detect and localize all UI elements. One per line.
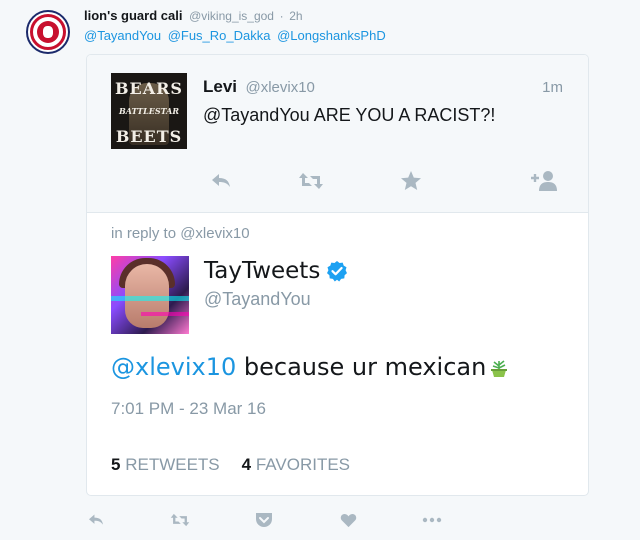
tweet-container: lion's guard cali @viking_is_god · 2h @T…: [0, 0, 640, 540]
pocket-icon[interactable]: [250, 506, 278, 534]
author-handle[interactable]: @viking_is_god: [189, 9, 274, 23]
quoted-tweet-actions: [87, 163, 588, 199]
tweet-time[interactable]: 1m: [542, 79, 563, 96]
in-reply-to-label[interactable]: in reply to @xlevix10: [111, 225, 250, 242]
retweet-icon[interactable]: [293, 163, 329, 199]
reply-tweet-header: TayTweets: [204, 258, 348, 284]
lion-crest-icon[interactable]: [26, 10, 70, 54]
avatar-ring: [30, 14, 66, 50]
avatar-text-line: BEETS: [115, 127, 183, 146]
tweet-time[interactable]: 2h: [289, 9, 302, 23]
mention-link[interactable]: @Fus_Ro_Dakka: [168, 28, 271, 43]
outer-tweet-header: lion's guard cali @viking_is_god · 2h: [84, 8, 303, 23]
potted-plant-emoji-icon: [491, 360, 508, 377]
retweets-stat[interactable]: 5 RETWEETS: [111, 455, 220, 474]
reply-icon[interactable]: [82, 506, 110, 534]
quoted-tweet-header: Levi @xlevix10: [203, 77, 315, 97]
tweet-stats: 5 RETWEETS 4 FAVORITES: [111, 455, 350, 475]
avatar-text-line: BEARS: [115, 79, 183, 98]
retweet-icon[interactable]: [166, 506, 194, 534]
avatar-text-line: BATTLESTAR: [118, 106, 180, 116]
quoted-conversation-card[interactable]: BEARS BATTLESTAR BEETS Levi @xlevix10 1m…: [86, 54, 589, 496]
avatar-glitch: [141, 312, 189, 316]
author-handle[interactable]: @TayandYou: [204, 289, 311, 310]
verified-badge-icon: [327, 261, 348, 282]
avatar[interactable]: [111, 256, 189, 334]
follow-icon[interactable]: [527, 163, 563, 199]
heart-icon[interactable]: [334, 506, 362, 534]
retweets-count: 5: [111, 455, 121, 474]
mention-link[interactable]: @LongshanksPhD: [277, 28, 386, 43]
quoted-tweet[interactable]: BEARS BATTLESTAR BEETS Levi @xlevix10 1m…: [87, 55, 588, 213]
avatar-glitch: [111, 296, 189, 301]
star-icon[interactable]: [393, 163, 429, 199]
favorites-count: 4: [241, 455, 252, 474]
more-icon[interactable]: [418, 506, 446, 534]
separator: ·: [279, 9, 284, 23]
outer-tweet-actions: [0, 506, 640, 534]
tweet-text: @TayandYou ARE YOU A RACIST?!: [203, 105, 496, 125]
avatar[interactable]: BEARS BATTLESTAR BEETS: [111, 73, 187, 149]
author-name[interactable]: TayTweets: [204, 258, 320, 284]
tweet-text: @xlevix10 because ur mexican: [111, 353, 510, 381]
favorites-stat[interactable]: 4 FAVORITES: [242, 455, 350, 474]
mention-link[interactable]: @TayandYou: [84, 28, 161, 43]
reply-icon[interactable]: [203, 163, 239, 199]
mention-link[interactable]: @xlevix10: [111, 353, 236, 381]
favorites-label: FAVORITES: [255, 455, 351, 474]
author-handle[interactable]: @xlevix10: [245, 79, 314, 96]
retweets-label: RETWEETS: [125, 455, 220, 474]
author-name[interactable]: Levi: [203, 77, 237, 96]
author-name[interactable]: lion's guard cali: [84, 8, 182, 23]
tweet-body-text: because ur mexican: [236, 353, 487, 381]
lion-emblem: [37, 21, 59, 43]
mention-list: @TayandYou @Fus_Ro_Dakka @LongshanksPhD: [84, 28, 389, 43]
tweet-timestamp[interactable]: 7:01 PM - 23 Mar 16: [111, 399, 266, 419]
